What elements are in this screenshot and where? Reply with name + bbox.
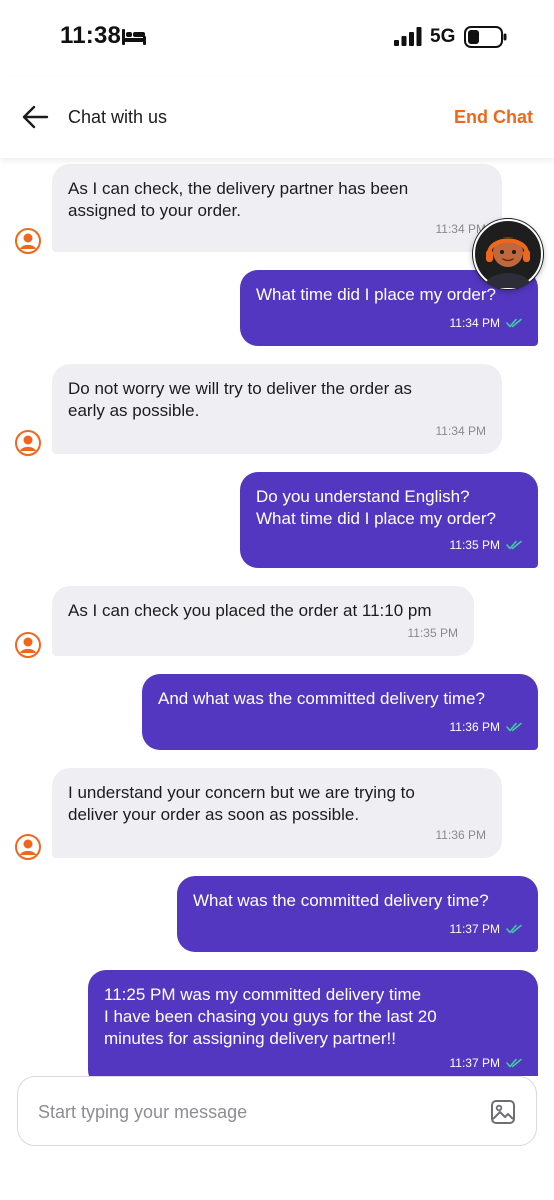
message-text: And what was the committed delivery time… <box>158 689 485 708</box>
agent-message: I understand your concern but we are try… <box>52 768 502 858</box>
chat-header: Chat with us End Chat <box>0 76 554 158</box>
message-time: 11:35 PM <box>407 626 458 640</box>
page-title: Chat with us <box>68 107 168 127</box>
message-meta: 11:36 PM <box>436 824 486 846</box>
message-meta: 11:34 PM <box>436 420 486 442</box>
user-message: What was the committed delivery time? 11… <box>177 876 538 952</box>
message-meta: 11:37 PM <box>450 918 522 940</box>
message-input[interactable] <box>38 1097 478 1127</box>
back-arrow-icon[interactable] <box>20 104 50 130</box>
message-text: What was the committed delivery time? <box>193 891 489 910</box>
message-meta: 11:35 PM <box>450 534 522 556</box>
message-input-box[interactable] <box>17 1076 537 1146</box>
message-time: 11:37 PM <box>449 1056 500 1070</box>
end-chat-button[interactable]: End Chat <box>454 107 533 128</box>
double-check-icon <box>506 540 522 550</box>
agent-message: As I can check you placed the order at 1… <box>52 586 474 656</box>
double-check-icon <box>506 1058 522 1068</box>
message-time: 11:37 PM <box>449 922 500 936</box>
message-text: What time did I place my order? <box>256 285 496 304</box>
battery-icon <box>464 26 507 48</box>
network-label: 5G <box>430 26 456 47</box>
agent-message: As I can check, the delivery partner has… <box>52 164 502 252</box>
message-text: As I can check you placed the order at 1… <box>68 601 432 620</box>
message-text: 11:25 PM was my committed delivery time … <box>104 985 437 1048</box>
agent-avatar-icon <box>15 834 41 860</box>
message-meta: 11:35 PM <box>408 622 458 644</box>
floating-agent-avatar[interactable] <box>472 218 544 290</box>
message-meta: 11:37 PM <box>450 1052 522 1074</box>
user-message: Do you understand English? What time did… <box>240 472 538 568</box>
agent-avatar-icon <box>15 430 41 456</box>
message-meta: 11:36 PM <box>450 716 522 738</box>
double-check-icon <box>506 924 522 934</box>
user-message: And what was the committed delivery time… <box>142 674 538 750</box>
signal-icon <box>394 27 422 46</box>
chat-messages[interactable]: As I can check, the delivery partner has… <box>0 158 554 1076</box>
message-time: 11:34 PM <box>435 424 486 438</box>
agent-message: Do not worry we will try to deliver the … <box>52 364 502 454</box>
bed-icon <box>122 29 146 45</box>
message-text: As I can check, the delivery partner has… <box>68 179 409 220</box>
support-agent-icon <box>473 219 543 289</box>
message-time: 11:34 PM <box>449 316 500 330</box>
status-time: 11:38 <box>60 22 122 49</box>
message-time: 11:35 PM <box>449 538 500 552</box>
message-text: Do not worry we will try to deliver the … <box>68 379 412 420</box>
message-composer <box>0 1076 554 1200</box>
double-check-icon <box>506 318 522 328</box>
message-text: I understand your concern but we are try… <box>68 783 415 824</box>
double-check-icon <box>506 722 522 732</box>
message-time: 11:36 PM <box>435 828 486 842</box>
message-time: 11:36 PM <box>449 720 500 734</box>
message-text: Do you understand English? What time did… <box>256 487 496 528</box>
agent-avatar-icon <box>15 632 41 658</box>
status-bar: 11:38 5G <box>0 0 554 76</box>
message-meta: 11:34 PM <box>450 312 522 334</box>
agent-avatar-icon <box>15 228 41 254</box>
image-attach-icon[interactable] <box>490 1099 516 1125</box>
user-message: 11:25 PM was my committed delivery time … <box>88 970 538 1076</box>
